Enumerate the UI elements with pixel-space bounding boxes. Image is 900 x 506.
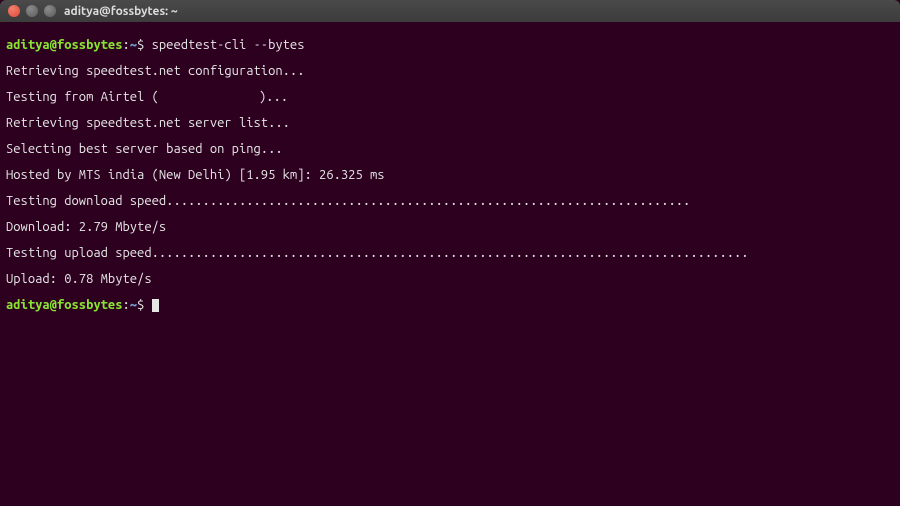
window-controls: [8, 5, 56, 17]
output-line: Download: 2.79 Mbyte/s: [6, 221, 894, 234]
prompt-line-2: aditya@fossbytes:~$: [6, 299, 894, 312]
output-line: Testing from Airtel ()...: [6, 91, 894, 104]
cursor: [152, 299, 159, 312]
terminal-body[interactable]: aditya@fossbytes:~$ speedtest-cli --byte…: [0, 22, 900, 329]
output-line: Upload: 0.78 Mbyte/s: [6, 273, 894, 286]
prompt-path: ~: [130, 298, 137, 312]
titlebar[interactable]: aditya@fossbytes: ~: [0, 0, 900, 22]
maximize-icon[interactable]: [44, 5, 56, 17]
redacted-ip: [159, 92, 259, 103]
prompt-line-1: aditya@fossbytes:~$ speedtest-cli --byte…: [6, 39, 894, 52]
output-line: Testing upload speed....................…: [6, 247, 894, 260]
output-line: Testing download speed..................…: [6, 195, 894, 208]
window-title: aditya@fossbytes: ~: [64, 5, 178, 18]
prompt-path: ~: [130, 38, 137, 52]
prompt-userhost: aditya@fossbytes: [6, 38, 122, 52]
output-line: Hosted by MTS india (New Delhi) [1.95 km…: [6, 169, 894, 182]
output-line: Retrieving speedtest.net server list...: [6, 117, 894, 130]
output-line: Selecting best server based on ping...: [6, 143, 894, 156]
close-icon[interactable]: [8, 5, 20, 17]
command-text: speedtest-cli --bytes: [152, 38, 305, 52]
prompt-userhost: aditya@fossbytes: [6, 298, 122, 312]
minimize-icon[interactable]: [26, 5, 38, 17]
output-line: Retrieving speedtest.net configuration..…: [6, 65, 894, 78]
